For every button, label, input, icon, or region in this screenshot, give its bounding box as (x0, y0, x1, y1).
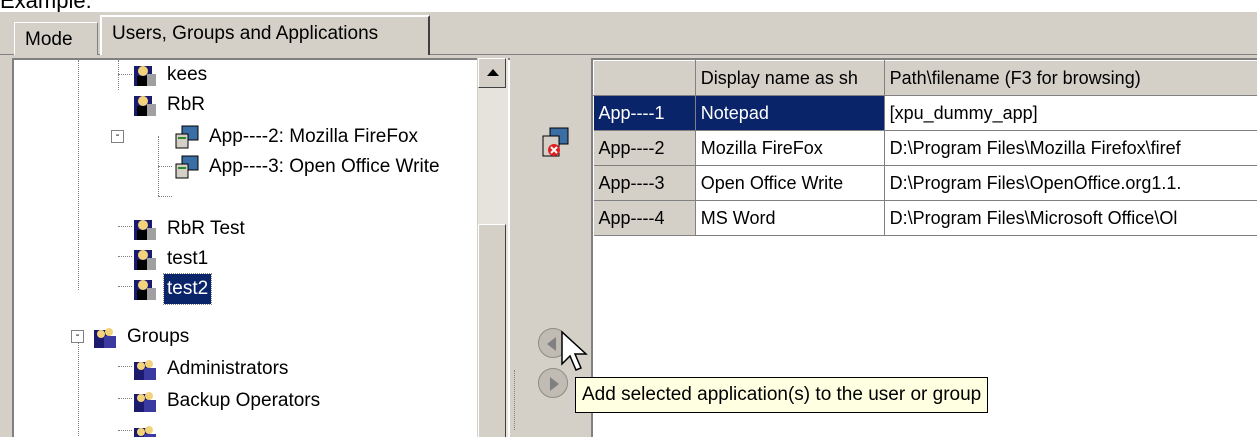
tree-item-user-selected[interactable]: test2 (132, 273, 213, 305)
row-header[interactable]: App----2 (593, 130, 696, 166)
table-row[interactable]: App----1 Notepad [xpu_dummy_app] (593, 95, 1257, 131)
row-header[interactable]: App----1 (593, 95, 696, 131)
user-icon (132, 62, 158, 88)
tree-connector (158, 166, 172, 167)
scroll-thumb[interactable] (478, 224, 506, 437)
tree-scrollbar[interactable] (477, 58, 508, 437)
display-name-cell[interactable]: Notepad (695, 95, 885, 131)
display-name-cell[interactable]: Mozilla FireFox (695, 130, 885, 166)
users-groups-tree[interactable]: - - kees RbR App----2: Mozilla FireFox A… (12, 58, 510, 437)
tooltip: Add selected application(s) to the user … (575, 377, 989, 413)
application-window: Example: Mode Users, Groups and Applicat… (0, 0, 1257, 437)
remove-application-icon (542, 127, 569, 157)
left-arrow-icon (547, 337, 556, 351)
application-icon (174, 124, 200, 150)
table-row[interactable]: App----3 Open Office Write D:\Program Fi… (593, 165, 1257, 201)
column-header-display-name[interactable]: Display name as sh (694, 60, 885, 96)
mouse-cursor-icon (561, 330, 588, 371)
tree-item-user[interactable]: test1 (132, 244, 211, 274)
right-arrow-icon (550, 377, 559, 391)
user-icon (132, 92, 158, 118)
user-icon (132, 276, 158, 302)
tree-item-user[interactable]: kees (132, 60, 210, 90)
group-icon (132, 422, 158, 437)
column-header-id (593, 60, 696, 96)
display-name-cell[interactable]: MS Word (695, 200, 885, 236)
tree-item-user[interactable]: RbR Test (132, 214, 248, 244)
tree-item-application[interactable]: App----3: Open Office Write (174, 152, 443, 182)
row-header[interactable]: App----3 (593, 165, 696, 201)
path-cell[interactable]: D:\Program Files\OpenOffice.org1.1. (884, 165, 1257, 201)
group-icon (132, 388, 158, 414)
tree-connector (118, 60, 119, 90)
applications-table: Display name as sh Path\filename (F3 for… (593, 60, 1257, 236)
tree-connector (118, 366, 132, 367)
tree-connector (158, 196, 172, 197)
row-header[interactable]: App----4 (593, 200, 696, 236)
tab-mode[interactable]: Mode (14, 22, 98, 56)
remove-application-button[interactable] (540, 126, 572, 160)
collapse-groups-toggle[interactable]: - (71, 330, 84, 343)
tree-item-application[interactable]: App----2: Mozilla FireFox (174, 122, 421, 152)
tree-item-group-partial[interactable] (132, 420, 164, 437)
tree-item-group[interactable]: Administrators (132, 354, 291, 384)
column-header-path[interactable]: Path\filename (F3 for browsing) (883, 60, 1257, 96)
tab-users-groups-applications[interactable]: Users, Groups and Applications (100, 15, 430, 55)
scroll-up-button[interactable] (478, 58, 506, 88)
example-caption: Example: (0, 0, 92, 13)
path-cell[interactable]: D:\Program Files\Mozilla Firefox\firef (884, 130, 1257, 166)
group-icon (92, 324, 118, 350)
up-arrow-icon (487, 69, 499, 76)
collapse-rbr-toggle[interactable]: - (111, 130, 124, 143)
application-icon (174, 154, 200, 180)
user-icon (132, 216, 158, 242)
tree-connector (118, 226, 132, 227)
path-cell[interactable]: D:\Program Files\Microsoft Office\Ol (884, 200, 1257, 236)
tree-connector (118, 398, 132, 399)
table-row[interactable]: App----4 MS Word D:\Program Files\Micros… (593, 200, 1257, 236)
tree-connector (78, 336, 79, 437)
table-row[interactable]: App----2 Mozilla FireFox D:\Program File… (593, 130, 1257, 166)
tree-connector (78, 60, 79, 290)
tree-item-user[interactable]: RbR (132, 90, 208, 120)
tree-connector (118, 256, 132, 257)
table-header-row: Display name as sh Path\filename (F3 for… (593, 60, 1257, 96)
user-icon (132, 246, 158, 272)
splitter-grip[interactable] (514, 370, 519, 430)
tree-connector (118, 430, 132, 431)
tree-item-group[interactable]: Backup Operators (132, 386, 323, 416)
display-name-cell[interactable]: Open Office Write (695, 165, 885, 201)
path-cell[interactable]: [xpu_dummy_app] (884, 95, 1257, 131)
tree-item-groups[interactable]: Groups (92, 322, 192, 352)
group-icon (132, 356, 158, 382)
tree-connector (118, 74, 132, 75)
tree-connector (118, 286, 132, 287)
